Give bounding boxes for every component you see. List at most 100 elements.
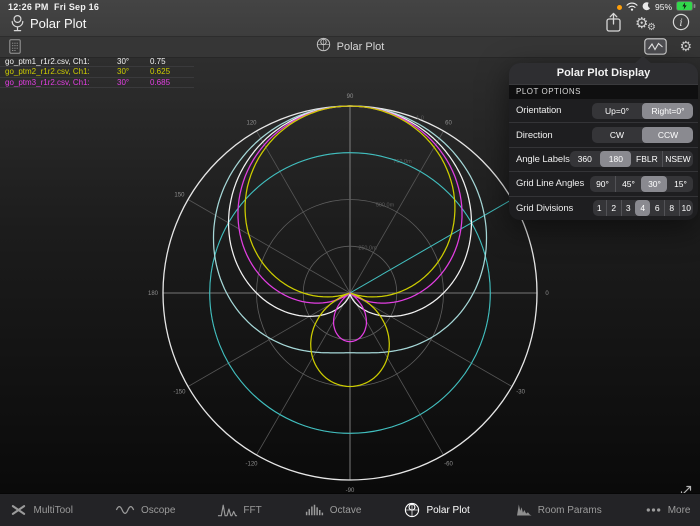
svg-text:i: i: [679, 17, 682, 29]
option-cw[interactable]: CW: [592, 127, 642, 143]
room-params-icon: [512, 502, 533, 518]
polar-plot-icon: [403, 502, 421, 518]
legend-cursor-angle: 30°: [117, 67, 150, 76]
svg-text:60: 60: [445, 120, 452, 126]
legend-file: go_ptm3_r1r2.csv, Ch1:: [0, 78, 117, 87]
tab-label: Polar Plot: [426, 505, 469, 516]
svg-text:1.0: 1.0: [416, 116, 424, 122]
svg-text:-150: -150: [173, 390, 186, 396]
tab-more[interactable]: More: [644, 502, 691, 518]
option-label: Angle Labels: [509, 154, 570, 165]
option-label: Grid Line Angles: [509, 178, 584, 189]
tab-polar-plot[interactable]: Polar Plot: [403, 502, 469, 518]
status-datetime: 12:26 PM Fri Sep 16: [8, 2, 99, 12]
gears-icon[interactable]: ⚙⚙: [635, 15, 659, 35]
option-360[interactable]: 360: [570, 151, 600, 167]
legend: go_ptm1_r1r2.csv, Ch1: 30° 0.75 go_ptm2_…: [0, 57, 194, 88]
toolbar-title: Polar Plot: [337, 41, 385, 53]
tab-fft[interactable]: FFT: [217, 502, 261, 518]
status-bar: 12:26 PM Fri Sep 16 95%: [0, 0, 700, 13]
svg-text:750.0m: 750.0m: [393, 159, 412, 165]
option-10[interactable]: 10: [679, 200, 694, 216]
legend-row[interactable]: go_ptm1_r1r2.csv, Ch1: 30° 0.75: [0, 57, 194, 67]
battery-percent: 95%: [655, 2, 672, 12]
option-label: Orientation: [509, 105, 561, 116]
segmented-control: 12346810: [593, 200, 694, 216]
tab-room-params[interactable]: Room Params: [512, 502, 602, 518]
status-date: Fri Sep 16: [54, 2, 99, 12]
fft-icon: [217, 502, 238, 518]
legend-cursor-angle: 30°: [117, 57, 150, 66]
svg-text:150: 150: [174, 193, 185, 199]
legend-row[interactable]: go_ptm3_r1r2.csv, Ch1: 30° 0.685: [0, 78, 194, 88]
more-icon: [644, 502, 663, 518]
svg-text:120: 120: [246, 120, 257, 126]
plot-options-list: Orientation Up=0°Right=0° Direction CWCC…: [509, 99, 698, 220]
option-6[interactable]: 6: [650, 200, 665, 216]
oscope-icon: [115, 502, 136, 518]
segmented-control: CWCCW: [592, 127, 693, 143]
svg-text:90: 90: [347, 94, 354, 100]
tab-bar: MultiTool Oscope FFT Octave Polar Plot R…: [0, 493, 700, 526]
option-90[interactable]: 90°: [590, 176, 615, 192]
top-chrome: 12:26 PM Fri Sep 16 95%: [0, 0, 700, 36]
tab-label: FFT: [243, 505, 261, 516]
option-up0[interactable]: Up=0°: [592, 103, 642, 119]
option-right0[interactable]: Right=0°: [642, 103, 693, 119]
legend-cursor-value: 0.685: [150, 78, 194, 87]
segmented-control: 90°45°30°15°: [590, 176, 693, 192]
tab-label: MultiTool: [33, 505, 72, 516]
gear-icon[interactable]: ⚙: [679, 40, 692, 54]
option-15[interactable]: 15°: [667, 176, 693, 192]
option-3[interactable]: 3: [621, 200, 636, 216]
svg-text:180: 180: [148, 291, 159, 297]
option-30[interactable]: 30°: [641, 176, 667, 192]
option-label: Direction: [509, 130, 553, 141]
option-fblr[interactable]: FBLR: [631, 151, 662, 167]
option-180[interactable]: 180: [600, 151, 631, 167]
option-label: Grid Divisions: [509, 203, 573, 214]
plot-option-row: Orientation Up=0°Right=0°: [509, 99, 698, 122]
plot-option-row: Angle Labels 360180FBLRNSEW: [509, 147, 698, 171]
legend-cursor-value: 0.625: [150, 67, 194, 76]
tab-octave[interactable]: Octave: [304, 502, 362, 518]
polar-glyph-icon: [316, 37, 331, 57]
option-8[interactable]: 8: [664, 200, 679, 216]
info-icon[interactable]: i: [672, 13, 690, 36]
plot-option-row: Grid Divisions 12346810: [509, 196, 698, 220]
location-dot: [617, 5, 622, 10]
popover-arrow: [634, 56, 652, 64]
legend-row[interactable]: go_ptm2_r1r2.csv, Ch1: 30° 0.625: [0, 67, 194, 77]
tab-label: Room Params: [538, 505, 602, 516]
option-2[interactable]: 2: [606, 200, 621, 216]
polar-plot-display-popover: Polar Plot Display PLOT OPTIONS Orientat…: [509, 63, 698, 220]
popover-title: Polar Plot Display: [509, 63, 698, 85]
option-4[interactable]: 4: [635, 200, 650, 216]
tab-multitool[interactable]: MultiTool: [9, 502, 72, 518]
plot-option-row: Grid Line Angles 90°45°30°15°: [509, 171, 698, 195]
plot-toolbar: Polar Plot ⚙: [0, 36, 700, 58]
svg-text:250.0m: 250.0m: [358, 246, 377, 252]
octave-icon: [304, 502, 325, 518]
svg-text:-120: -120: [245, 462, 258, 468]
svg-text:500.0m: 500.0m: [376, 202, 395, 208]
legend-cursor-angle: 30°: [117, 78, 150, 87]
tab-label: Oscope: [141, 505, 175, 516]
segmented-control: 360180FBLRNSEW: [570, 151, 693, 167]
svg-text:-60: -60: [444, 462, 453, 468]
share-icon[interactable]: [605, 12, 622, 38]
status-time: 12:26 PM: [8, 2, 49, 12]
page-title: Polar Plot: [30, 16, 86, 31]
tab-oscope[interactable]: Oscope: [115, 502, 175, 518]
waveform-box-icon[interactable]: [644, 38, 667, 55]
segmented-control: Up=0°Right=0°: [592, 103, 693, 119]
plot-option-row: Direction CWCCW: [509, 122, 698, 146]
option-1[interactable]: 1: [593, 200, 607, 216]
tab-label: Octave: [330, 505, 362, 516]
svg-text:0: 0: [545, 291, 549, 297]
option-45[interactable]: 45°: [615, 176, 641, 192]
option-nsew[interactable]: NSEW: [662, 151, 693, 167]
legend-file: go_ptm2_r1r2.csv, Ch1:: [0, 67, 117, 76]
option-ccw[interactable]: CCW: [642, 127, 693, 143]
legend-cursor-value: 0.75: [150, 57, 194, 66]
